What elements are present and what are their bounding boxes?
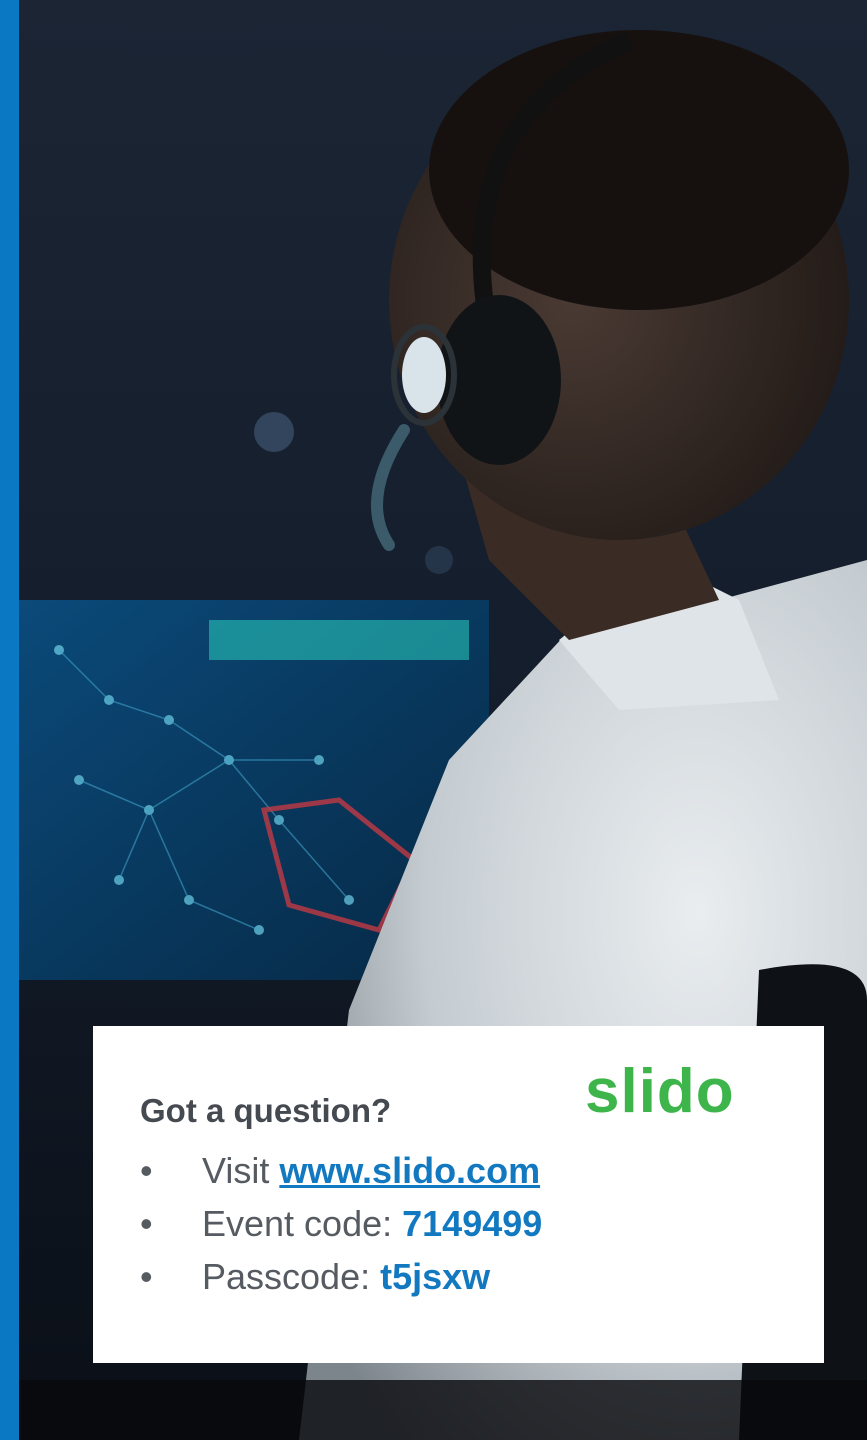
- passcode-label: Passcode:: [202, 1256, 381, 1297]
- list-item-event-code: • Event code: 7149499: [140, 1197, 542, 1250]
- list-item-passcode: • Passcode: t5jsxw: [140, 1250, 542, 1303]
- accent-bar: [0, 0, 19, 1440]
- slido-info-card: Got a question? slido • Visit www.slido.c…: [93, 1026, 824, 1363]
- event-code-label: Event code:: [202, 1203, 403, 1244]
- slido-website-link[interactable]: www.slido.com: [279, 1150, 540, 1191]
- bullet: •: [140, 1256, 153, 1297]
- info-list: • Visit www.slido.com • Event code: 714949…: [140, 1144, 542, 1303]
- bullet: •: [140, 1150, 153, 1191]
- slido-logo: slido: [585, 1057, 735, 1126]
- visit-label: Visit: [202, 1150, 280, 1191]
- bullet: •: [140, 1203, 153, 1244]
- card-heading: Got a question?: [140, 1092, 392, 1129]
- passcode-value: t5jsxw: [380, 1256, 491, 1297]
- event-code-value: 7149499: [402, 1203, 543, 1244]
- list-item-visit: • Visit www.slido.com: [140, 1144, 542, 1197]
